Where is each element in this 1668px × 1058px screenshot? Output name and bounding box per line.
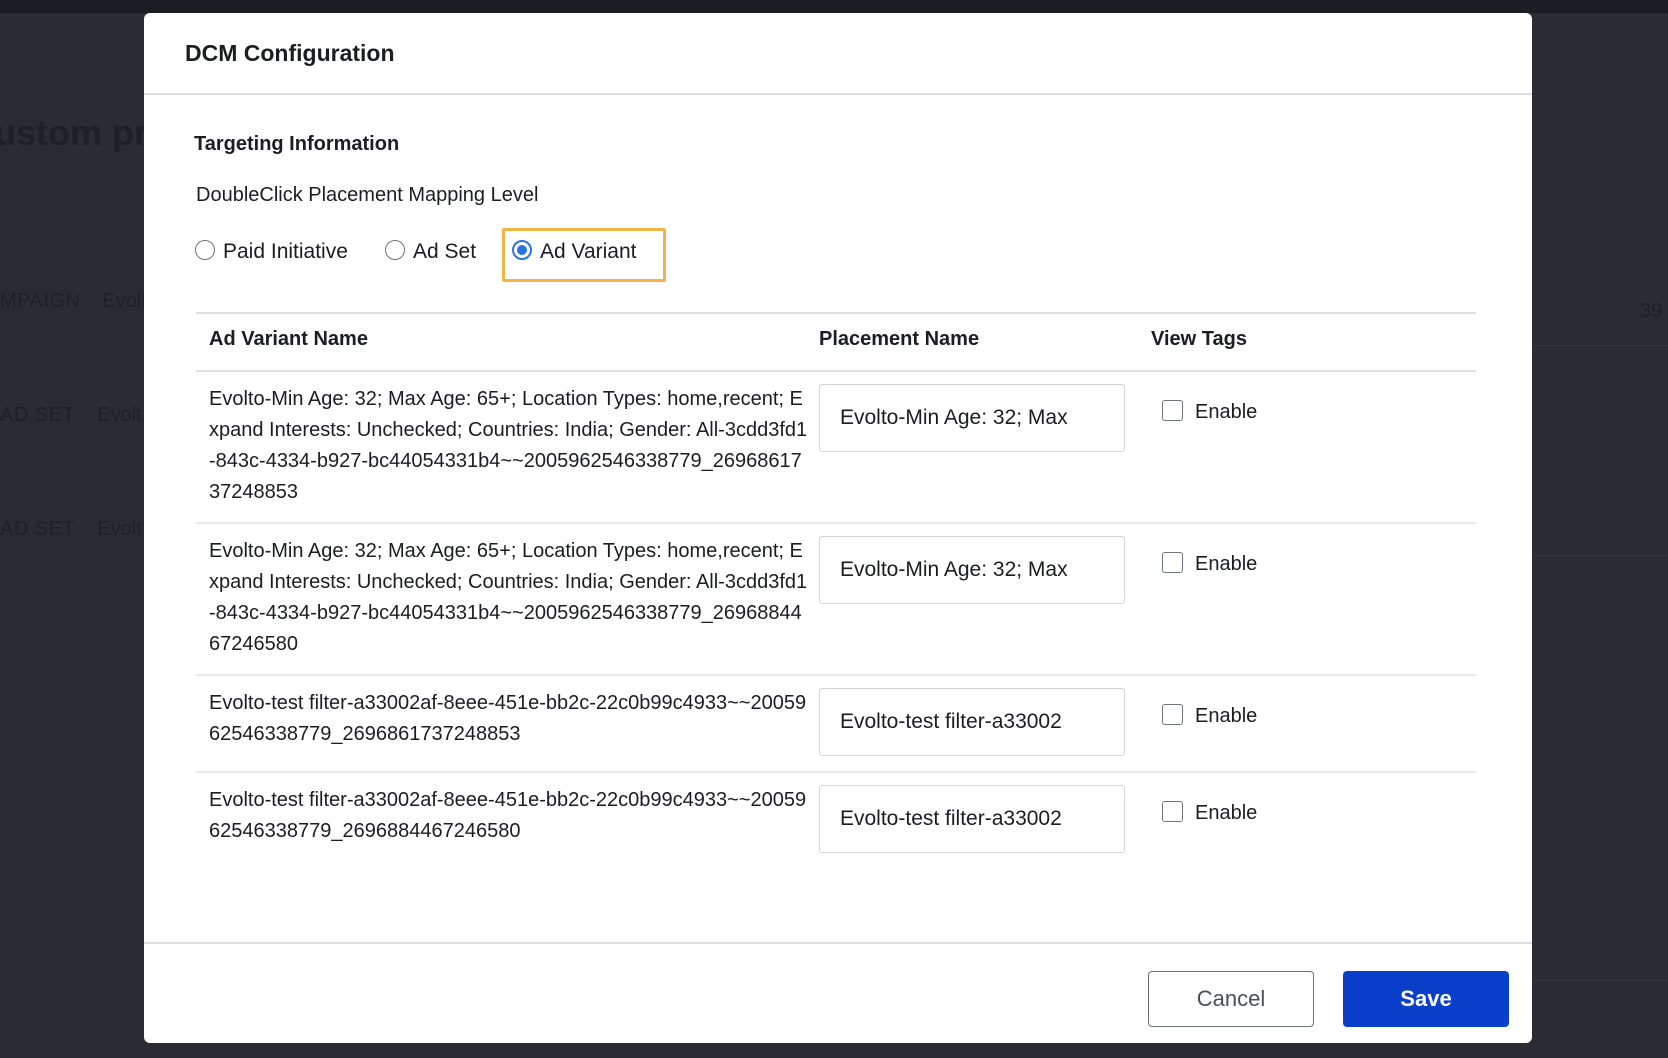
radio-label: Paid Initiative [223,240,348,263]
background-divider [1532,980,1668,981]
column-header-ad-variant-name: Ad Variant Name [209,328,368,350]
background-row-value: Evolt [97,518,142,540]
background-top-bar [0,0,1668,13]
background-row-tag: AD SET [0,404,76,426]
dcm-configuration-modal: DCM Configuration Targeting Information … [144,13,1532,1043]
table-row: Evolto-Min Age: 32; Max Age: 65+; Locati… [196,372,1476,524]
radio-ad-variant[interactable]: Ad Variant [512,224,637,280]
ad-variant-name: Evolto-Min Age: 32; Max Age: 65+; Locati… [209,540,808,655]
enable-checkbox[interactable] [1162,552,1183,573]
table-row: Evolto-test filter-a33002af-8eee-451e-bb… [196,676,1476,773]
modal-footer: Cancel Save [144,942,1532,1043]
background-row-tag: MPAIGN [0,290,81,312]
background-row-value: Evolt [102,290,147,312]
modal-header: DCM Configuration [144,13,1532,95]
table-row: Evolto-Min Age: 32; Max Age: 65+; Locati… [196,524,1476,676]
radio-label: Ad Variant [540,240,637,263]
enable-label: Enable [1195,705,1258,727]
enable-checkbox[interactable] [1162,400,1183,421]
placement-name-input[interactable] [819,785,1125,853]
radio-button[interactable] [385,240,405,260]
table-row: Evolto-test filter-a33002af-8eee-451e-bb… [196,773,1476,868]
background-heading: ustom pr [0,112,149,153]
enable-checkbox[interactable] [1162,704,1183,725]
background-right-value: 39 [1640,300,1663,322]
modal-title: DCM Configuration [185,39,395,66]
background-row-value: Evolt [97,404,142,426]
background-row-ad-set: AD SET Evolt [0,518,142,541]
enable-view-tags[interactable]: Enable [1162,551,1258,575]
enable-label: Enable [1195,802,1258,824]
placement-name-input[interactable] [819,688,1125,756]
column-header-placement-name: Placement Name [819,328,980,350]
enable-label: Enable [1195,553,1258,575]
radio-ad-set[interactable]: Ad Set [385,224,476,280]
ad-variant-name: Evolto-test filter-a33002af-8eee-451e-bb… [209,789,807,842]
radio-paid-initiative[interactable]: Paid Initiative [195,224,348,280]
placement-name-input[interactable] [819,384,1125,452]
background-row-ad-set: AD SET Evolt [0,404,142,427]
background-row-tag: AD SET [0,518,76,540]
enable-checkbox[interactable] [1162,801,1183,822]
ad-variant-name: Evolto-test filter-a33002af-8eee-451e-bb… [209,692,807,745]
mapping-level-label: DoubleClick Placement Mapping Level [196,184,539,206]
radio-button-selected[interactable] [512,240,532,260]
enable-label: Enable [1195,401,1258,423]
placement-table: Ad Variant Name Placement Name View Tags… [196,312,1476,868]
column-header-view-tags: View Tags [1151,328,1247,350]
mapping-level-radio-group: Paid Initiative Ad Set Ad Variant [195,224,715,282]
modal-body: Targeting Information DoubleClick Placem… [144,97,1532,942]
background-row-campaign: MPAIGN Evolt [0,290,147,313]
radio-label: Ad Set [413,240,477,263]
table-header: Ad Variant Name Placement Name View Tags [196,312,1476,372]
radio-button[interactable] [195,240,215,260]
section-title: Targeting Information [194,133,400,155]
ad-variant-name: Evolto-Min Age: 32; Max Age: 65+; Locati… [209,388,808,503]
enable-view-tags[interactable]: Enable [1162,703,1258,727]
placement-name-input[interactable] [819,536,1125,604]
background-divider [1532,345,1668,346]
cancel-button[interactable]: Cancel [1148,971,1314,1027]
save-button[interactable]: Save [1343,971,1509,1027]
enable-view-tags[interactable]: Enable [1162,800,1258,824]
enable-view-tags[interactable]: Enable [1162,399,1258,423]
background-divider [1532,555,1668,556]
